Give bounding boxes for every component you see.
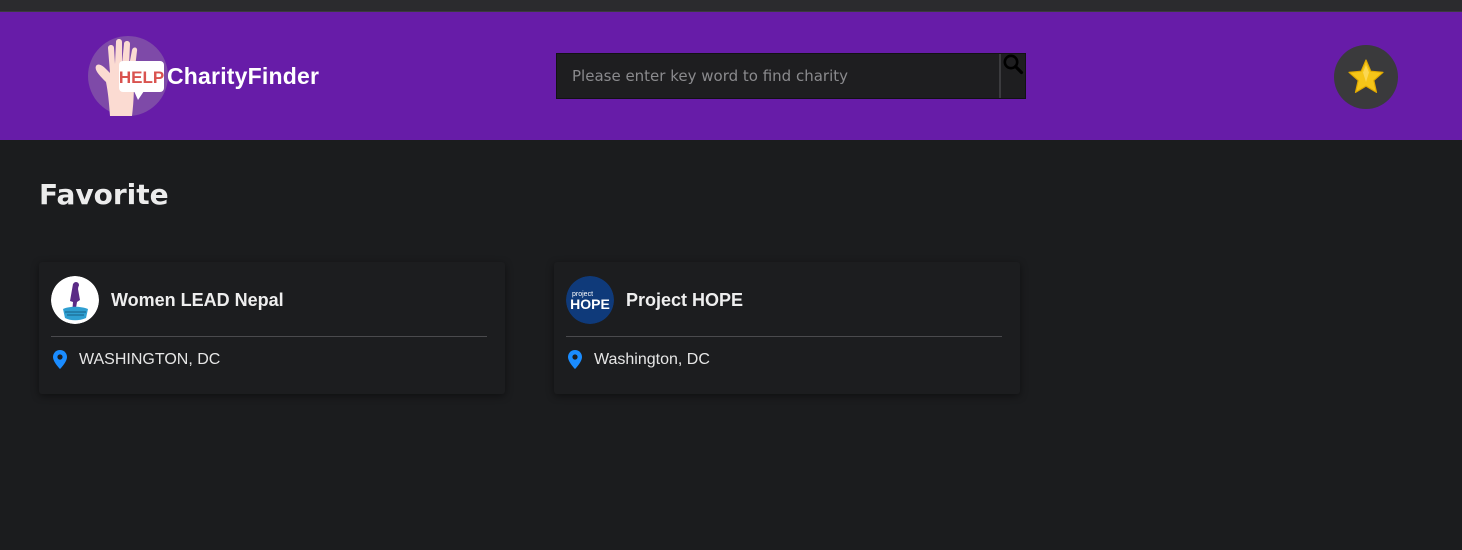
favorites-button[interactable] [1334,45,1398,109]
charity-name[interactable]: Women LEAD Nepal [111,290,284,311]
site-header: HELP CharityFinder [0,12,1462,140]
search-icon [1003,54,1024,75]
favorite-card[interactable]: Women LEAD Nepal WASHINGTON, DC [39,262,505,394]
location-pin-icon [568,350,582,369]
search-button[interactable] [999,54,1025,98]
brand-name: CharityFinder [167,62,320,89]
favorite-card[interactable]: project HOPE Project HOPE Washington, DC [554,262,1020,394]
project-hope-logo: project HOPE [566,276,614,324]
card-location: Washington, DC [568,350,710,369]
women-lead-nepal-logo [51,276,99,324]
card-divider [566,336,1002,337]
charity-name[interactable]: Project HOPE [626,290,743,311]
search-bar [556,53,1026,99]
card-location: WASHINGTON, DC [53,350,220,369]
svg-text:HELP: HELP [119,68,164,87]
help-hand-icon: HELP [88,36,168,116]
location-pin-icon [53,350,67,369]
search-input[interactable] [557,54,999,98]
card-header: Women LEAD Nepal [51,276,487,324]
card-divider [51,336,487,337]
star-icon [1348,59,1384,94]
card-header: project HOPE Project HOPE [566,276,1002,324]
svg-text:HOPE: HOPE [570,296,610,312]
browser-top-strip [0,0,1462,12]
location-text: WASHINGTON, DC [79,350,221,368]
page-title: Favorite [39,178,169,211]
brand-logo[interactable]: HELP CharityFinder [88,36,319,116]
location-text: Washington, DC [594,350,710,368]
